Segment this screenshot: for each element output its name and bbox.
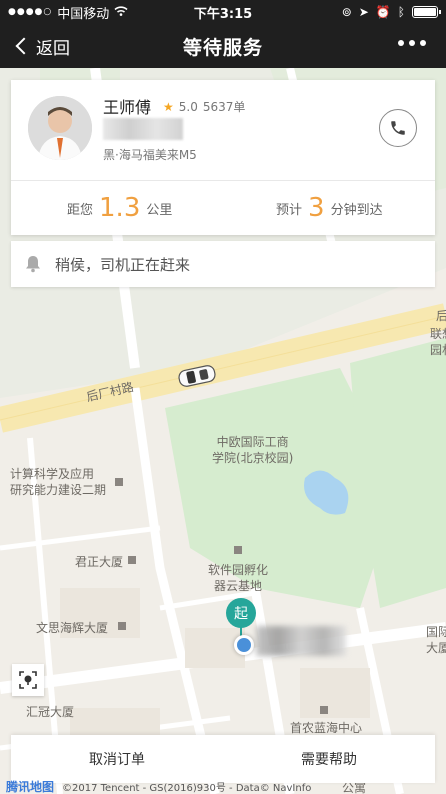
more-dot-icon (409, 40, 415, 46)
bell-icon (26, 256, 40, 273)
nav-bar: 返回 等待服务 (0, 24, 446, 68)
phone-icon (391, 121, 405, 135)
status-time: 下午3:15 (193, 6, 253, 22)
eta-unit: 分钟到达 (330, 202, 383, 218)
location-arrow-icon: ➤ (358, 5, 369, 19)
building-icon (234, 546, 242, 554)
driver-card: 王师傅 ★ 5.0 5637单 黑·海马福美来M5 距您 1.3 公里 预计 3… (11, 80, 435, 235)
carrier-label: 中国移动 (57, 6, 110, 22)
car-model: 黑·海马福美来M5 (103, 148, 197, 162)
notice-text: 稍侯，司机正在赶来 (55, 255, 191, 274)
poi-label-sihai: 文思海辉大厦 (36, 621, 109, 635)
order-count: 5637单 (202, 100, 246, 114)
driver-avatar (28, 96, 92, 160)
alarm-icon: ⏰ (375, 5, 391, 19)
poi-label-guoji: 国际 大厦 (426, 625, 446, 655)
more-dot-icon (420, 40, 426, 46)
building-icon (320, 706, 328, 714)
star-icon: ★ (163, 99, 174, 114)
status-notice: 稍侯，司机正在赶来 (11, 241, 435, 287)
license-plate-redacted (103, 118, 183, 140)
more-options-button[interactable] (398, 40, 426, 46)
map-copyright: 腾讯地图 ©2017 Tencent - GS(2016)930号 - Data… (0, 778, 446, 794)
back-label: 返回 (36, 38, 70, 59)
battery-icon (412, 6, 441, 18)
start-point-marker: 起 (226, 598, 256, 628)
status-bar: ●●●●○ 中国移动 下午3:15 ⊚ ➤ ⏰ ᛒ (0, 0, 446, 24)
copyright-text: ©2017 Tencent - GS(2016)930号 - Data© Nav… (62, 782, 312, 794)
poi-label-school: 中欧国际工商 学院(北京校园) (212, 435, 294, 465)
distance-info: 距您 1.3 公里 (67, 188, 172, 228)
driver-name: 王师傅 (103, 98, 152, 117)
building-icon (115, 478, 123, 486)
poi-label-junzheng: 君正大厦 (75, 555, 124, 569)
eta-info: 预计 3 分钟到达 (276, 188, 383, 228)
locate-icon (19, 671, 37, 689)
action-bar: 取消订单 需要帮助 (11, 735, 435, 783)
rating-value: 5.0 (178, 99, 198, 114)
bluetooth-icon: ᛒ (397, 5, 405, 19)
need-help-button[interactable]: 需要帮助 (223, 735, 435, 783)
back-button[interactable]: 返回 (0, 34, 70, 59)
poi-label-huiguan: 汇冠大厦 (26, 705, 75, 719)
eta-prefix: 预计 (276, 202, 303, 218)
distance-unit: 公里 (146, 202, 173, 218)
building-icon (128, 556, 136, 564)
locate-me-button[interactable] (12, 664, 44, 696)
poi-label-softpark: 软件园孵化 器云基地 (208, 563, 269, 593)
poi-label-hou: 后 (436, 309, 446, 323)
distance-prefix: 距您 (67, 202, 94, 218)
poi-label-institute: 计算科学及应用 研究能力建设二期 (10, 467, 107, 497)
wifi-icon (114, 5, 128, 20)
poi-label-lianxiang: 联想 园林 (430, 327, 446, 357)
distance-value: 1.3 (99, 193, 141, 223)
pickup-address-redacted (256, 626, 346, 656)
poi-label-shounong: 首农蓝海中心 (290, 721, 363, 735)
divider (11, 180, 435, 181)
chevron-left-icon (15, 37, 33, 55)
driver-rating: ★ 5.0 5637单 (163, 98, 245, 115)
lock-rotation-icon: ⊚ (341, 5, 352, 19)
more-dot-icon (398, 40, 404, 46)
map-logo: 腾讯地图 (6, 779, 55, 794)
building-icon (118, 622, 126, 630)
signal-icon: ●●●●○ (8, 7, 53, 17)
page-title: 等待服务 (182, 36, 264, 59)
eta-value: 3 (308, 193, 325, 223)
call-driver-button[interactable] (379, 109, 417, 147)
cancel-order-button[interactable]: 取消订单 (11, 735, 223, 783)
user-location-icon (234, 635, 254, 655)
